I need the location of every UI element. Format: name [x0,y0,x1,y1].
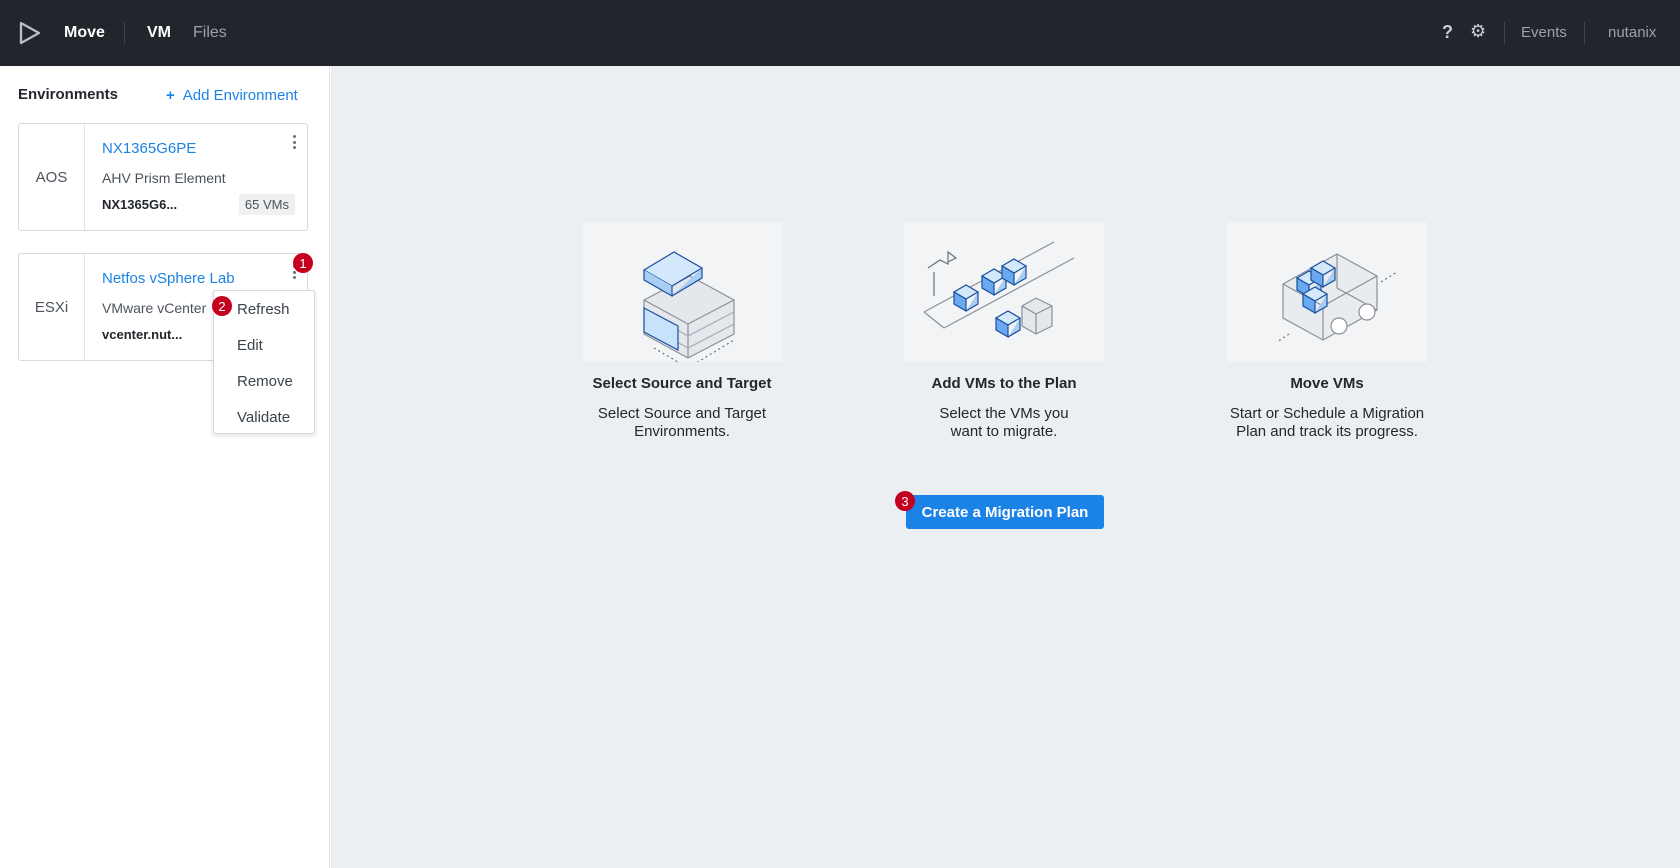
menu-item-refresh[interactable]: Refresh [237,301,290,318]
annotation-badge-2: 2 [212,296,232,316]
step-title: Add VMs to the Plan [931,375,1077,392]
create-migration-plan-button[interactable]: Create a Migration Plan [906,495,1104,529]
divider [1584,22,1585,44]
step-description: Select the VMs you want to migrate. [939,405,1069,440]
step-title: Move VMs [1290,375,1364,392]
menu-item-remove[interactable]: Remove [237,373,293,390]
truck-illustration-icon [1227,222,1427,362]
gear-icon[interactable]: ⚙ [1470,21,1486,42]
step-select-source-target: Select Source and Target Select Source a… [572,222,792,441]
environment-type: ESXi [19,254,85,360]
top-bar: Move VM Files ? ⚙ Events nutanix [0,0,1680,66]
menu-item-validate[interactable]: Validate [237,409,290,426]
step-description: Select Source and Target Environments. [597,405,767,440]
environment-card-aos[interactable]: AOS NX1365G6PE AHV Prism Element NX1365G… [18,123,308,231]
app-name[interactable]: Move [64,24,105,42]
environment-host: NX1365G6... [102,197,178,212]
step-add-vms: Add VMs to the Plan Select the VMs you wa… [894,222,1114,441]
environments-title: Environments [18,86,119,103]
menu-item-edit[interactable]: Edit [237,337,263,354]
main-panel [331,66,1680,868]
step-title: Select Source and Target [592,375,772,392]
user-menu[interactable]: nutanix [1608,24,1656,41]
environment-name[interactable]: Netfos vSphere Lab [102,270,235,287]
environment-kind: AHV Prism Element [102,170,226,186]
events-link[interactable]: Events [1521,24,1567,41]
divider [1504,22,1505,44]
add-environment-button[interactable]: + Add Environment [166,87,298,104]
annotation-badge-1: 1 [293,253,313,273]
move-logo-icon[interactable] [16,20,44,46]
nav-tab-vm[interactable]: VM [147,24,171,42]
step-move-vms: Move VMs Start or Schedule a Migration Pl… [1217,222,1437,441]
server-illustration-icon [582,222,782,369]
environment-host: vcenter.nut... [102,327,183,342]
divider [124,22,125,44]
annotation-badge-3: 3 [895,491,915,511]
vm-count-badge: 65 VMs [238,194,295,215]
nav-tab-files[interactable]: Files [193,24,227,42]
step-description: Start or Schedule a Migration Plan and tr… [1229,405,1425,440]
environment-type: AOS [19,124,85,230]
add-environment-label: Add Environment [182,87,298,104]
environment-kind: VMware vCenter [102,300,207,316]
help-icon[interactable]: ? [1442,22,1453,43]
environment-name[interactable]: NX1365G6PE [102,140,196,157]
plus-icon: + [166,87,175,104]
conveyor-illustration-icon [904,222,1104,362]
environments-sidebar: Environments + Add Environment AOS NX1365… [0,66,330,868]
kebab-menu-icon[interactable] [289,134,299,150]
